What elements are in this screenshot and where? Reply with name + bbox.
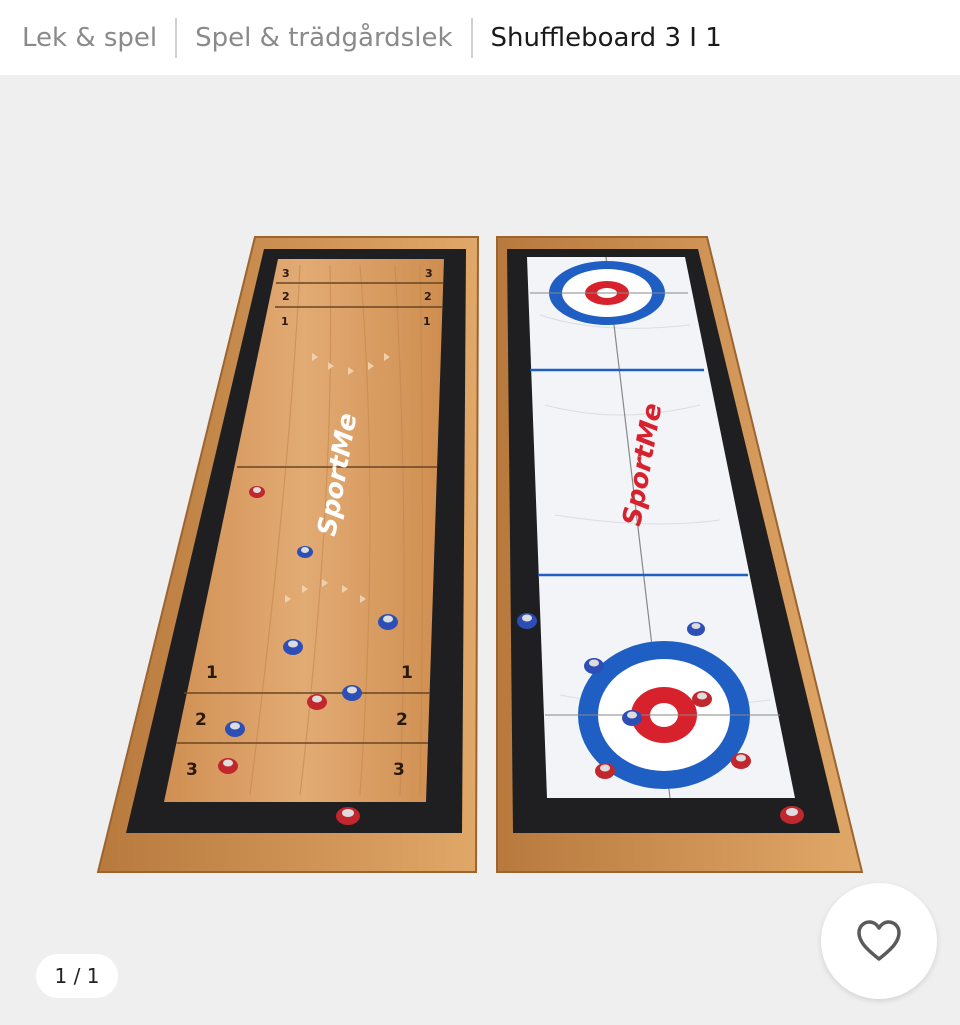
breadcrumb-item-spel-tradgardslek[interactable]: Spel & trädgårdslek xyxy=(177,23,470,53)
image-counter: 1 / 1 xyxy=(36,954,118,998)
product-image-gallery[interactable]: 3 3 2 2 1 1 1 1 2 2 3 3 SportMe SportMe … xyxy=(0,75,960,1025)
zone-label: 1 xyxy=(281,315,289,328)
breadcrumb-item-lek-spel[interactable]: Lek & spel xyxy=(0,23,175,53)
breadcrumb-current: Shuffleboard 3 I 1 xyxy=(490,22,722,53)
zone-label: 2 xyxy=(195,710,207,730)
favorite-button[interactable] xyxy=(821,883,937,999)
breadcrumb-bar: Lek & spel Spel & trädgårdslek Shufflebo… xyxy=(0,0,960,75)
heart-outline-icon xyxy=(857,920,901,961)
zone-label: 3 xyxy=(282,267,290,280)
zone-label: 3 xyxy=(425,267,433,280)
zone-label: 3 xyxy=(186,760,198,780)
zone-label: 1 xyxy=(206,663,218,683)
product-image: 3 3 2 2 1 1 1 1 2 2 3 3 SportMe SportMe xyxy=(96,236,864,873)
zone-label: 2 xyxy=(424,290,432,303)
zone-label: 1 xyxy=(423,315,431,328)
shuffleboard-left: 3 3 2 2 1 1 1 1 2 2 3 3 SportMe xyxy=(96,236,480,873)
zone-label: 3 xyxy=(393,760,405,780)
zone-label: 1 xyxy=(401,663,413,683)
zone-label: 2 xyxy=(282,290,290,303)
curling-board-right: SportMe xyxy=(496,236,864,873)
zone-label: 2 xyxy=(396,710,408,730)
image-counter-text: 1 / 1 xyxy=(54,964,100,988)
